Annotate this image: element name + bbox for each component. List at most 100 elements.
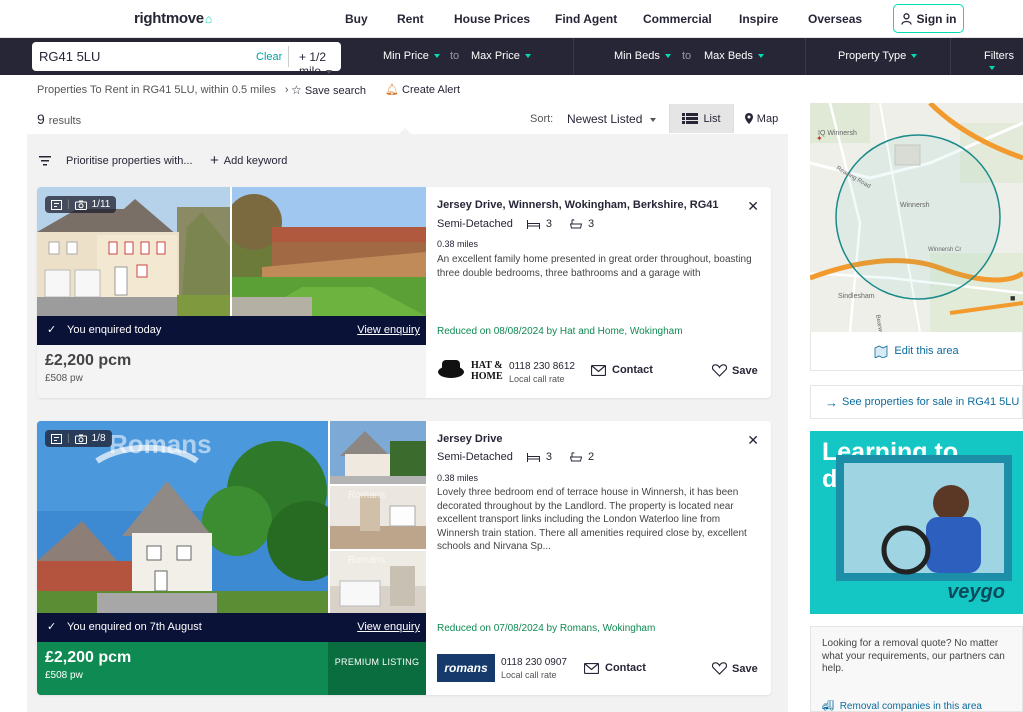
chevron-down-icon bbox=[757, 54, 764, 59]
reduced-notice: Reduced on 08/08/2024 by Hat and Home, W… bbox=[437, 326, 683, 337]
chevron-down-icon bbox=[650, 117, 657, 122]
view-toggle: List Map bbox=[669, 104, 788, 133]
chevron-down-icon bbox=[664, 54, 671, 59]
agent-logo[interactable]: romans bbox=[437, 654, 495, 682]
location-input[interactable]: RG41 5LU bbox=[39, 49, 100, 64]
search-area-map[interactable]: IQ Winnersh Winnersh Winnersh Cr Sindles… bbox=[810, 103, 1023, 332]
price-per-week: £508 pw bbox=[45, 670, 83, 681]
divider bbox=[950, 38, 951, 75]
agent-phone[interactable]: 0118 230 8612 Local call rate bbox=[509, 361, 575, 386]
filter-icon bbox=[39, 156, 51, 166]
nav-overseas[interactable]: Overseas bbox=[808, 12, 862, 26]
property-details: Jersey Drive ✕ Semi-Detached 3 2 0.38 mi… bbox=[437, 421, 771, 695]
view-enquiry-link[interactable]: View enquiry bbox=[357, 621, 420, 633]
property-address[interactable]: Jersey Drive bbox=[437, 433, 502, 445]
agent-phone[interactable]: 0118 230 0907 Local call rate bbox=[501, 657, 567, 682]
radius-select[interactable]: + 1/2 mile bbox=[299, 50, 341, 78]
create-alert-button[interactable]: 🔔︎ Create Alert bbox=[385, 83, 460, 96]
property-details: Jersey Drive, Winnersh, Wokingham, Berks… bbox=[437, 187, 771, 398]
divider bbox=[288, 46, 289, 67]
add-keyword-button[interactable]: + Add keyword bbox=[210, 152, 287, 169]
svg-text:✦: ✦ bbox=[816, 134, 823, 143]
clear-button[interactable]: Clear bbox=[256, 51, 282, 63]
svg-text:HOME: HOME bbox=[471, 371, 503, 380]
to-label: to bbox=[682, 50, 692, 62]
filters-dropdown[interactable]: Filters bbox=[984, 50, 1023, 74]
chevron-down-icon bbox=[433, 54, 440, 59]
top-nav: rightmove⌂ Buy Rent House Prices Find Ag… bbox=[0, 0, 1023, 38]
rightmove-logo[interactable]: rightmove⌂ bbox=[134, 10, 212, 27]
distance: 0.38 miles bbox=[437, 473, 479, 483]
nav-house-prices[interactable]: House Prices bbox=[454, 12, 530, 26]
property-photo-thumb[interactable]: Romans bbox=[330, 486, 426, 549]
properties-for-sale-link[interactable]: → See properties for sale in RG41 5LU bbox=[810, 385, 1023, 419]
max-price-dropdown[interactable]: Max Price bbox=[471, 50, 531, 62]
prioritise-filter[interactable]: Prioritise properties with... bbox=[39, 155, 193, 167]
nav-rent[interactable]: Rent bbox=[397, 12, 424, 26]
chevron-down-icon bbox=[989, 66, 995, 71]
save-search-button[interactable]: ☆ Save search bbox=[291, 83, 366, 97]
sign-in-button[interactable]: Sign in bbox=[893, 4, 964, 33]
sort-dropdown[interactable]: Newest Listed bbox=[567, 112, 657, 126]
removal-companies-link[interactable]: 🚚︎ Removal companies in this area bbox=[822, 701, 982, 712]
bath-icon bbox=[569, 219, 582, 229]
property-photo-secondary[interactable] bbox=[232, 187, 426, 316]
contact-button[interactable]: Contact bbox=[591, 364, 653, 376]
heart-icon bbox=[712, 662, 727, 675]
list-view-button[interactable]: List bbox=[670, 104, 733, 133]
property-type: Semi-Detached bbox=[437, 218, 513, 230]
enquired-banner: ✓ You enquired today View enquiry bbox=[37, 316, 426, 345]
camera-icon bbox=[74, 200, 87, 210]
property-address[interactable]: Jersey Drive, Winnersh, Wokingham, Berks… bbox=[437, 199, 719, 211]
contact-button[interactable]: Contact bbox=[584, 662, 646, 674]
check-icon: ✓ bbox=[47, 621, 57, 633]
agent-watermark: Romans bbox=[348, 490, 385, 501]
removal-text: Looking for a removal quote? No matter w… bbox=[822, 638, 1005, 674]
price-box: £2,200 pcm £508 pw bbox=[37, 642, 328, 695]
save-button[interactable]: Save bbox=[712, 662, 758, 675]
close-icon[interactable]: ✕ bbox=[747, 198, 759, 215]
bed-count: 3 bbox=[545, 451, 552, 463]
ad-photo bbox=[836, 455, 1012, 581]
save-button[interactable]: Save bbox=[712, 364, 758, 377]
agent-logo[interactable]: HAT & HOME HOME bbox=[437, 358, 537, 383]
photo-counter: | 1/8 bbox=[45, 430, 112, 447]
description: Lovely three bedroom end of terrace hous… bbox=[437, 487, 747, 552]
distance: 0.38 miles bbox=[437, 239, 479, 249]
nav-buy[interactable]: Buy bbox=[345, 12, 368, 26]
nav-inspire[interactable]: Inspire bbox=[739, 12, 778, 26]
max-beds-dropdown[interactable]: Max Beds bbox=[704, 50, 764, 62]
advertisement[interactable]: Learning to drive? veygo bbox=[810, 431, 1023, 614]
property-type-dropdown[interactable]: Property Type bbox=[838, 50, 918, 62]
view-enquiry-link[interactable]: View enquiry bbox=[357, 324, 420, 336]
nav-commercial[interactable]: Commercial bbox=[643, 12, 712, 26]
nav-find-agent[interactable]: Find Agent bbox=[555, 12, 617, 26]
map-pin-icon bbox=[744, 113, 753, 124]
property-photo-thumb[interactable] bbox=[330, 421, 426, 484]
close-icon[interactable]: ✕ bbox=[747, 432, 759, 449]
photo-counter: | 1/11 bbox=[45, 196, 117, 213]
price: £2,200 pcm bbox=[45, 352, 132, 369]
price-per-week: £508 pw bbox=[45, 373, 83, 384]
location-search-box[interactable]: RG41 5LU Clear + 1/2 mile bbox=[32, 42, 341, 78]
property-photo-thumb[interactable]: Romans bbox=[330, 551, 426, 613]
breadcrumb[interactable]: Properties To Rent in RG41 5LU, within 0… bbox=[37, 84, 289, 96]
property-photo-main[interactable]: Romans bbox=[37, 421, 328, 613]
chevron-down-icon bbox=[524, 54, 531, 59]
plus-icon: + bbox=[210, 152, 219, 169]
min-beds-dropdown[interactable]: Min Beds bbox=[614, 50, 671, 62]
edit-area-button[interactable]: Edit this area bbox=[810, 332, 1023, 371]
removal-quote-panel: Looking for a removal quote? No matter w… bbox=[810, 626, 1023, 712]
price: £2,200 pcm bbox=[45, 649, 132, 666]
min-price-dropdown[interactable]: Min Price bbox=[383, 50, 440, 62]
property-card[interactable]: | 1/11 ✓ You enquired today View enquiry… bbox=[37, 187, 771, 398]
reduced-notice: Reduced on 07/08/2024 by Romans, Wokingh… bbox=[437, 623, 656, 634]
floorplan-icon bbox=[51, 433, 62, 444]
bell-icon: 🔔︎ bbox=[385, 84, 399, 96]
map-label: Winnersh bbox=[900, 202, 930, 209]
property-card[interactable]: Romans Romans Romans | 1/8 ✓ You enquire… bbox=[37, 421, 771, 695]
map-view-button[interactable]: Map bbox=[733, 104, 789, 133]
camera-icon bbox=[74, 434, 87, 444]
agent-watermark: Romans bbox=[348, 555, 385, 566]
chevron-down-icon bbox=[911, 54, 918, 59]
